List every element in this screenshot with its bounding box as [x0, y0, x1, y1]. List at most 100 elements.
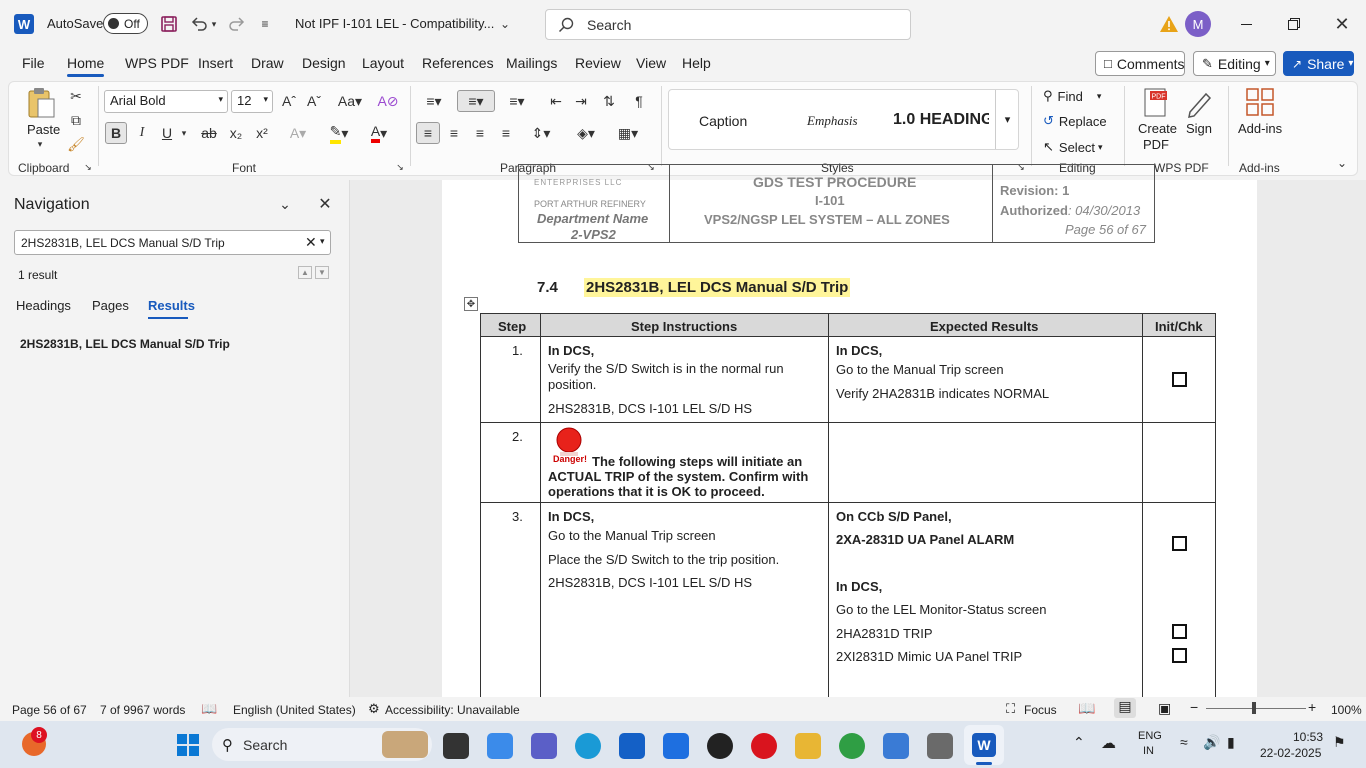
numbering-icon[interactable]: ≡▾ — [457, 90, 495, 112]
dell-icon[interactable] — [707, 733, 733, 759]
tab-wps-pdf[interactable]: WPS PDF — [125, 55, 189, 71]
nav-tab-headings[interactable]: Headings — [16, 298, 71, 313]
superscript-button[interactable]: x² — [252, 122, 272, 144]
chrome-icon[interactable] — [839, 733, 865, 759]
style-caption[interactable]: Caption — [699, 113, 747, 129]
select-button[interactable]: ↖ Select ▾ — [1043, 137, 1103, 157]
tab-home[interactable]: Home — [67, 55, 105, 77]
tab-file[interactable]: File — [22, 55, 45, 71]
italic-button[interactable]: I — [133, 122, 151, 144]
tab-draw[interactable]: Draw — [251, 55, 284, 71]
replace-button[interactable]: ↺ Replace — [1043, 111, 1107, 131]
windows-start-icon[interactable] — [176, 733, 200, 757]
sign-icon[interactable] — [1183, 86, 1215, 120]
undo-dropdown-icon[interactable]: ▾ — [208, 15, 220, 33]
tab-insert[interactable]: Insert — [198, 55, 233, 71]
font-launcher-icon[interactable]: ↘ — [395, 162, 405, 172]
highlight-color-icon[interactable]: ✎ ▾ — [322, 122, 356, 144]
read-mode-icon[interactable]: 📖 — [1078, 700, 1095, 717]
tab-design[interactable]: Design — [302, 55, 346, 71]
bullets-icon[interactable]: ≡▾ — [417, 90, 451, 112]
title-chevron-down-icon[interactable]: ⌄ — [496, 14, 514, 34]
store-icon[interactable] — [619, 733, 645, 759]
align-right-icon[interactable]: ≡ — [469, 122, 491, 144]
nav-result-item[interactable]: 2HS2831B, LEL DCS Manual S/D Trip — [20, 337, 230, 351]
warning-icon[interactable] — [1158, 13, 1180, 35]
show-formatting-icon[interactable]: ¶ — [628, 90, 650, 112]
table-move-handle-icon[interactable]: ✥ — [464, 297, 478, 311]
zoom-slider-thumb[interactable] — [1252, 702, 1256, 714]
line-spacing-icon[interactable]: ⇕▾ — [524, 122, 558, 144]
focus-button[interactable]: Focus — [1024, 703, 1057, 717]
print-layout-icon[interactable]: ▤ — [1114, 698, 1136, 718]
save-icon[interactable] — [158, 13, 180, 35]
increase-indent-icon[interactable]: ⇥ — [570, 90, 592, 112]
collapse-ribbon-icon[interactable]: ⌄ — [1334, 156, 1350, 170]
decrease-indent-icon[interactable]: ⇤ — [545, 90, 567, 112]
redo-icon[interactable] — [226, 13, 248, 35]
tab-mailings[interactable]: Mailings — [506, 55, 557, 71]
language-line1[interactable]: ENG — [1138, 730, 1162, 742]
battery-icon[interactable]: ▮ — [1227, 734, 1235, 751]
tab-layout[interactable]: Layout — [362, 55, 404, 71]
clock-date[interactable]: 22-02-2025 — [1260, 746, 1321, 760]
share-button[interactable]: ↗ Share ▾ — [1283, 51, 1354, 76]
word-taskbar-button[interactable]: W — [964, 725, 1004, 765]
copy-icon[interactable]: ⧉ — [66, 110, 86, 130]
tab-review[interactable]: Review — [575, 55, 621, 71]
create-pdf-icon[interactable]: PDF — [1140, 86, 1172, 120]
status-words[interactable]: 7 of 9967 words — [100, 703, 185, 717]
change-case-icon[interactable]: Aa▾ — [333, 90, 367, 112]
borders-icon[interactable]: ▦▾ — [610, 122, 646, 144]
sort-icon[interactable]: ⇅ — [598, 90, 620, 112]
zoom-out-icon[interactable]: − — [1190, 699, 1198, 715]
undo-icon[interactable] — [188, 13, 210, 35]
file-explorer-icon[interactable] — [795, 733, 821, 759]
user-avatar[interactable]: M — [1185, 11, 1211, 37]
subscript-button[interactable]: x₂ — [226, 122, 246, 144]
customize-toolbar-icon[interactable]: ≡ — [256, 15, 274, 33]
shrink-font-icon[interactable]: Aˇ — [304, 90, 324, 112]
create-pdf-label[interactable]: Create PDF — [1138, 121, 1177, 153]
justify-icon[interactable]: ≡ — [495, 122, 517, 144]
nav-tab-results[interactable]: Results — [148, 298, 195, 313]
autosave-toggle[interactable]: Off — [103, 13, 148, 34]
strikethrough-button[interactable]: ab — [198, 122, 220, 144]
teams-icon[interactable] — [531, 733, 557, 759]
font-name-select[interactable]: Arial Bold ▾ — [104, 90, 228, 113]
previous-result-icon[interactable]: ▲ — [298, 266, 312, 279]
clock-time[interactable]: 10:53 — [1293, 730, 1323, 744]
init-checkbox[interactable] — [1172, 372, 1187, 387]
minimize-icon[interactable] — [1234, 12, 1258, 36]
wifi-icon[interactable]: ≈ — [1180, 734, 1188, 750]
proofing-icon[interactable]: 📖 — [201, 701, 217, 717]
volume-icon[interactable]: 🔊 — [1203, 734, 1220, 751]
taskbar-search[interactable]: ⚲ Search — [212, 728, 432, 761]
network-app-icon[interactable]: ☁ — [1101, 734, 1116, 752]
paste-label[interactable]: Paste — [27, 122, 60, 137]
align-left-icon[interactable]: ≡ — [416, 122, 440, 144]
multilevel-list-icon[interactable]: ≡▾ — [500, 90, 534, 112]
tab-help[interactable]: Help — [682, 55, 711, 71]
format-painter-icon[interactable]: 🖌 — [66, 134, 86, 154]
power-automate-icon[interactable] — [663, 733, 689, 759]
status-accessibility[interactable]: Accessibility: Unavailable — [385, 703, 520, 717]
restore-icon[interactable] — [1282, 12, 1306, 36]
edge-icon[interactable] — [575, 733, 601, 759]
comments-button[interactable]: □ Comments — [1095, 51, 1185, 76]
paste-icon[interactable] — [22, 86, 60, 120]
init-checkbox[interactable] — [1172, 624, 1187, 639]
task-view-icon[interactable] — [443, 733, 469, 759]
addins-label[interactable]: Add-ins — [1238, 121, 1282, 136]
close-window-icon[interactable]: ✕ — [1330, 12, 1354, 36]
font-color-icon[interactable]: A ▾ — [362, 122, 396, 144]
zoom-level[interactable]: 100% — [1331, 703, 1362, 717]
underline-dropdown-icon[interactable]: ▾ — [178, 126, 190, 140]
style-emphasis[interactable]: Emphasis — [807, 113, 858, 129]
zoom-in-icon[interactable]: + — [1308, 699, 1316, 715]
find-button[interactable]: ⚲ Find ▾ — [1043, 86, 1101, 106]
clipboard-launcher-icon[interactable]: ↘ — [83, 162, 93, 172]
align-center-icon[interactable]: ≡ — [443, 122, 465, 144]
notification-center-icon[interactable]: ⚑ — [1333, 734, 1346, 751]
search-options-chevron-icon[interactable]: ▾ — [320, 236, 325, 247]
